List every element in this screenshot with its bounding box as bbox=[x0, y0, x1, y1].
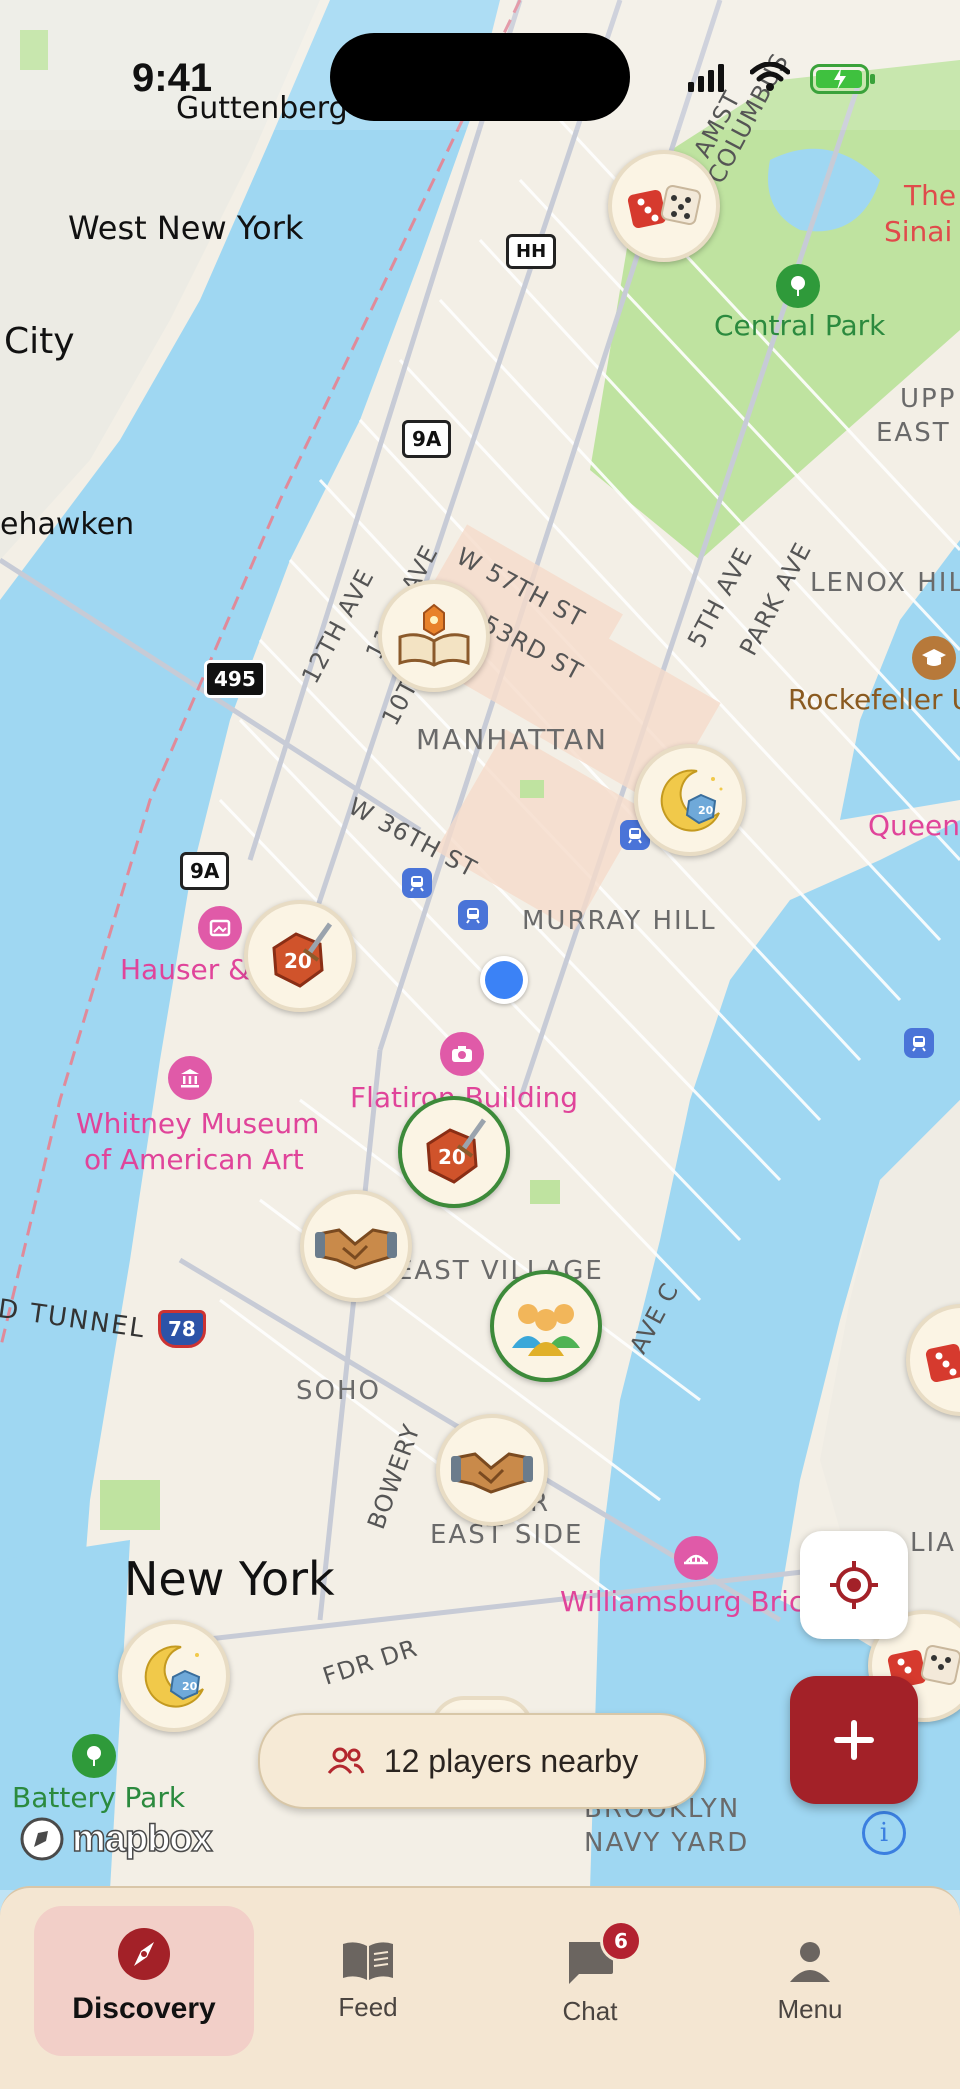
route-shield-hh: HH bbox=[506, 234, 557, 269]
svg-text:20: 20 bbox=[698, 804, 714, 817]
train-icon[interactable] bbox=[402, 868, 432, 898]
moon-d20-icon: 20 bbox=[144, 1645, 204, 1708]
place-soho: SOHO bbox=[296, 1376, 381, 1406]
bridge-icon[interactable] bbox=[674, 1536, 718, 1580]
book-icon bbox=[343, 1942, 393, 1980]
handshake-marker[interactable] bbox=[300, 1190, 412, 1302]
place-sinai-2: Sinai bbox=[884, 215, 953, 248]
camera-icon[interactable] bbox=[440, 1032, 484, 1076]
place-williamsburg: Williamsburg Bric bbox=[560, 1585, 805, 1618]
place-upper-east-1: UPP bbox=[900, 384, 957, 414]
place-new-york: New York bbox=[124, 1552, 335, 1606]
tree-icon[interactable] bbox=[72, 1734, 116, 1778]
people-icon bbox=[327, 1747, 365, 1774]
dice-icon bbox=[627, 184, 702, 229]
tab-chat-label: Chat bbox=[562, 1996, 618, 2026]
players-nearby-label: 12 players nearby bbox=[383, 1742, 639, 1779]
dynamic-island bbox=[330, 33, 630, 121]
status-time: 9:41 bbox=[132, 56, 213, 100]
d20-sword-icon: 20 bbox=[272, 922, 333, 988]
place-upper-east-2: EAST S bbox=[876, 418, 960, 448]
place-whitney-1: Whitney Museum bbox=[76, 1107, 320, 1140]
place-hauser: Hauser & bbox=[120, 953, 251, 986]
d20-sword-marker-active[interactable]: 20 bbox=[398, 1096, 510, 1208]
place-brooklyn-2: NAVY YARD bbox=[584, 1828, 750, 1858]
gallery-icon[interactable] bbox=[198, 906, 242, 950]
route-shield-495: 495 bbox=[204, 660, 266, 698]
place-central-park: Central Park bbox=[714, 309, 886, 342]
tree-icon[interactable] bbox=[776, 264, 820, 308]
spellbook-icon bbox=[398, 603, 470, 667]
chat-unread-badge: 6 bbox=[600, 1920, 642, 1962]
place-lia: LIA bbox=[910, 1528, 956, 1558]
status-bar: 9:41 bbox=[0, 0, 960, 140]
bottom-tab-bar: Discovery Feed 6 Chat Menu bbox=[0, 1886, 960, 2089]
dice-icon bbox=[925, 1343, 960, 1383]
tab-discovery[interactable]: Discovery bbox=[34, 1906, 254, 2056]
route-shield-i78: 78 bbox=[158, 1310, 206, 1348]
d20-sword-marker[interactable]: 20 bbox=[244, 900, 356, 1012]
mapbox-wordmark: mapbox bbox=[71, 1817, 213, 1861]
person-icon bbox=[790, 1942, 830, 1982]
route-shield-9a-top: 9A bbox=[402, 420, 452, 458]
mapbox-attribution[interactable]: mapbox bbox=[18, 1815, 213, 1863]
plus-icon bbox=[834, 1720, 874, 1760]
place-whitney-2: of American Art bbox=[84, 1143, 304, 1176]
place-sinai-1: The bbox=[904, 179, 957, 212]
place-manhattan: MANHATTAN bbox=[416, 723, 608, 756]
place-east-side-2: EAST SIDE bbox=[430, 1520, 584, 1550]
group-icon bbox=[512, 1304, 580, 1356]
crosshair-icon bbox=[830, 1561, 878, 1609]
info-button[interactable]: i bbox=[862, 1811, 906, 1855]
d20-sword-icon: 20 bbox=[426, 1118, 487, 1184]
handshake-icon bbox=[451, 1452, 533, 1494]
place-lenox-hill: LENOX HILL bbox=[810, 568, 960, 598]
moon-d20-icon: 20 bbox=[660, 769, 723, 832]
train-icon[interactable] bbox=[458, 900, 488, 930]
tab-discovery-label: Discovery bbox=[72, 1992, 216, 2025]
tab-menu[interactable]: Menu bbox=[700, 1906, 920, 2056]
graduation-cap-icon[interactable] bbox=[912, 636, 956, 680]
tab-chat[interactable]: 6 Chat bbox=[480, 1906, 700, 2056]
place-weehawken: ehawken bbox=[0, 507, 135, 542]
place-murray-hill: MURRAY HILL bbox=[522, 906, 717, 936]
place-city: City bbox=[4, 321, 75, 362]
group-marker[interactable] bbox=[490, 1270, 602, 1382]
players-nearby-pill[interactable]: 12 players nearby bbox=[258, 1713, 706, 1809]
route-shield-9a-mid: 9A bbox=[180, 852, 230, 890]
place-west-new-york: West New York bbox=[68, 209, 304, 247]
mapbox-logo-icon bbox=[20, 1817, 64, 1861]
place-queens: Queens bbox=[868, 809, 960, 842]
book-marker[interactable] bbox=[378, 580, 490, 692]
train-icon[interactable] bbox=[904, 1028, 934, 1058]
handshake-marker-2[interactable] bbox=[436, 1414, 548, 1526]
locate-me-button[interactable] bbox=[800, 1531, 908, 1639]
signal-icon bbox=[688, 64, 724, 92]
add-button[interactable] bbox=[790, 1676, 918, 1804]
battery-icon bbox=[810, 64, 875, 94]
tab-menu-label: Menu bbox=[777, 1994, 843, 2024]
compass-icon bbox=[118, 1928, 170, 1980]
svg-text:20: 20 bbox=[182, 1680, 198, 1693]
moon-marker-2[interactable]: 20 bbox=[118, 1620, 230, 1732]
moon-marker[interactable]: 20 bbox=[634, 744, 746, 856]
user-location-dot bbox=[480, 956, 528, 1004]
wifi-icon bbox=[750, 62, 790, 91]
tab-feed-label: Feed bbox=[338, 1992, 398, 2022]
museum-icon[interactable] bbox=[168, 1056, 212, 1100]
handshake-icon bbox=[315, 1228, 397, 1270]
tab-feed[interactable]: Feed bbox=[258, 1906, 478, 2056]
place-battery-park: Battery Park bbox=[12, 1781, 186, 1814]
dice-marker[interactable] bbox=[608, 150, 720, 262]
place-rockefeller: Rockefeller U bbox=[788, 683, 960, 716]
